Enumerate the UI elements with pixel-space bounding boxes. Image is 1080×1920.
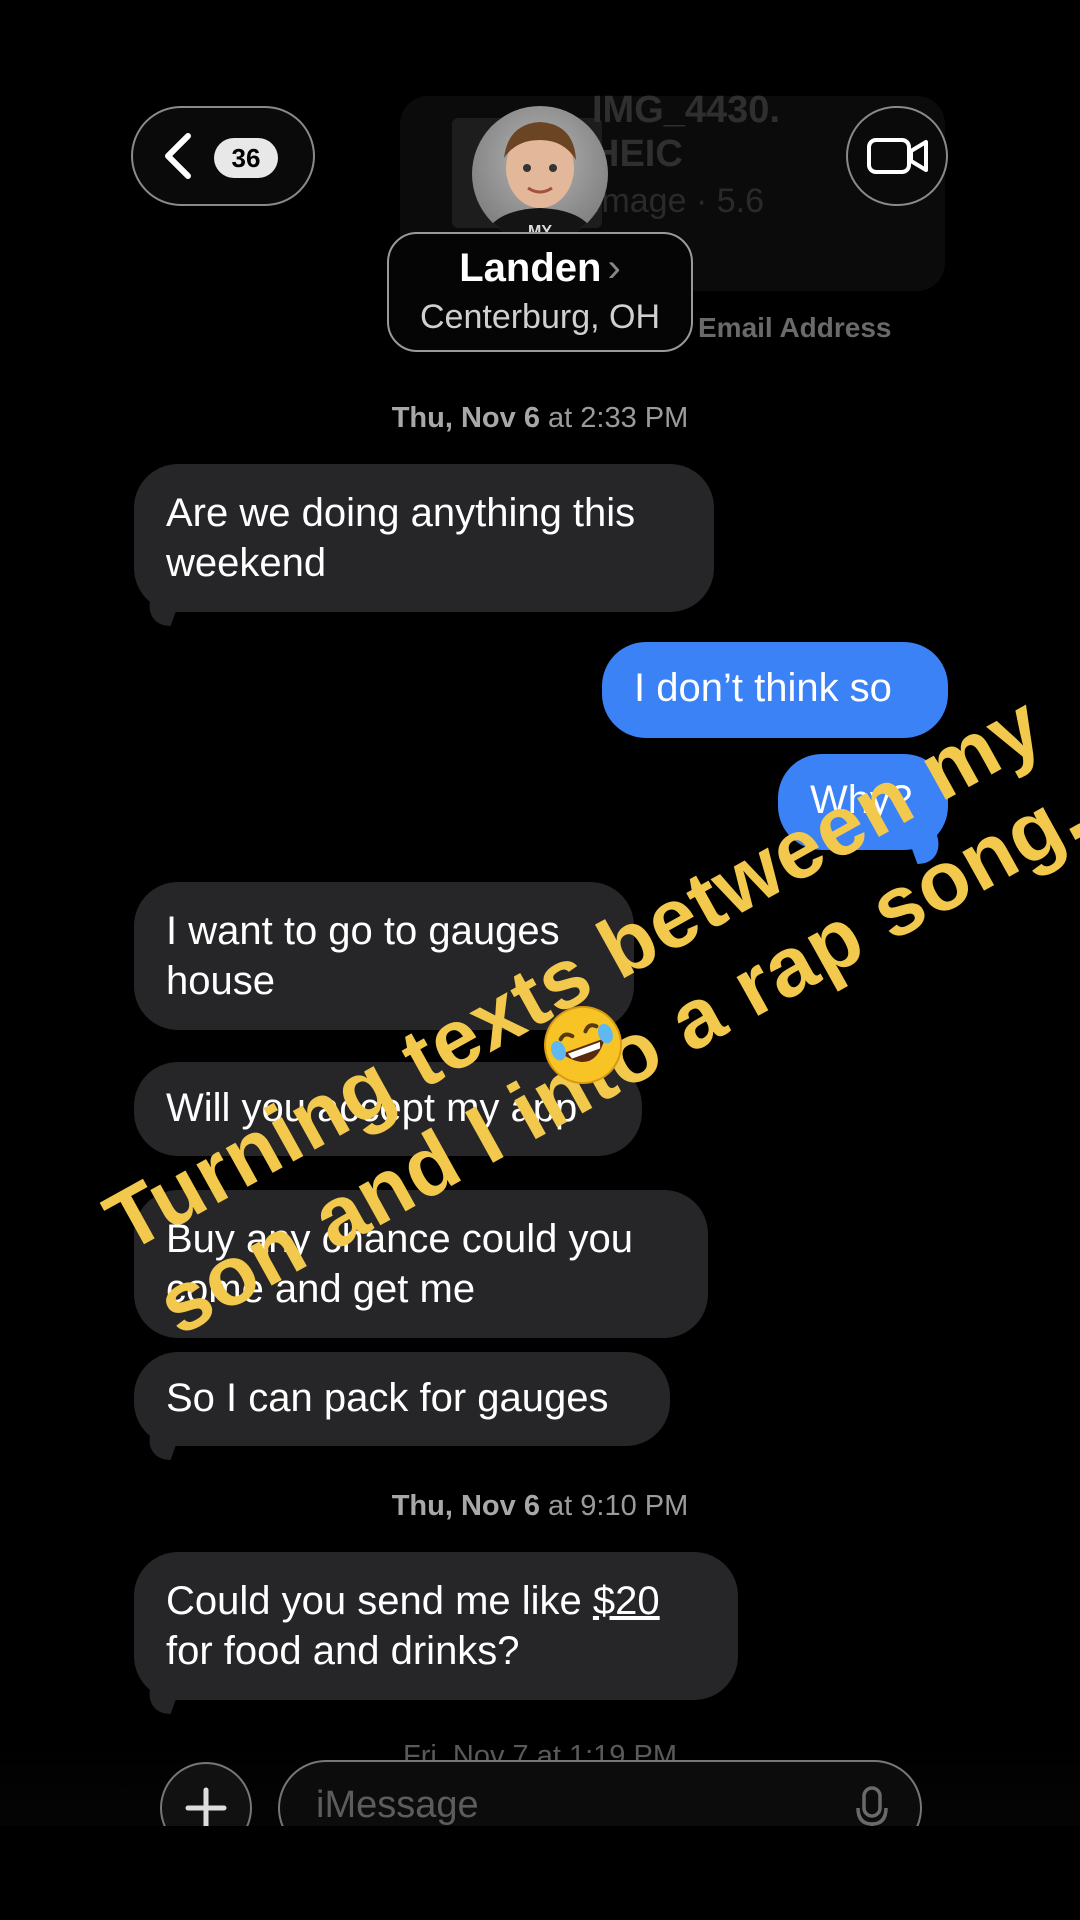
message-text: Are we doing anything this weekend (166, 491, 636, 585)
contact-name: Landen › (387, 246, 693, 291)
chevron-left-icon (165, 133, 191, 179)
message-text: So I can pack for gauges (166, 1376, 609, 1420)
message-bubble-incoming[interactable]: Are we doing anything this weekend (134, 464, 714, 612)
video-camera-icon (867, 138, 928, 174)
timestamp-day: Thu, Nov 6 (391, 1490, 540, 1522)
contact-location: Centerburg, OH (420, 298, 660, 336)
attachment-meta: Image · 5.6 (592, 182, 764, 220)
message-bubble-outgoing[interactable]: I don’t think so (602, 642, 948, 738)
imessage-placeholder: iMessage (316, 1784, 479, 1826)
timestamp-time: at 2:33 PM (548, 402, 689, 434)
message-bubble-incoming[interactable]: Could you send me like $20 for food and … (134, 1552, 738, 1700)
timestamp-time: at 9:10 PM (548, 1490, 689, 1522)
message-bubble-incoming[interactable]: So I can pack for gauges (134, 1352, 670, 1446)
timestamp-day: Thu, Nov 6 (391, 402, 540, 434)
contact-avatar[interactable]: MY (472, 106, 608, 242)
bottom-edge (0, 1826, 1080, 1920)
chevron-right-icon: › (607, 246, 621, 290)
unread-count-badge: 36 (214, 138, 278, 178)
message-text: for food and drinks? (166, 1629, 520, 1673)
rolling-on-floor-laughing-emoji (544, 1006, 622, 1084)
message-text: Could you send me like (166, 1579, 593, 1623)
email-address-label: Email Address (698, 312, 892, 343)
avatar-portrait: MY (482, 122, 598, 242)
message-text: I don’t think so (634, 666, 892, 710)
contact-name-text: Landen (459, 246, 602, 290)
timestamp: Thu, Nov 6 at 9:10 PM (0, 1490, 1080, 1523)
money-amount-link[interactable]: $20 (593, 1579, 660, 1623)
timestamp: Thu, Nov 6 at 2:33 PM (0, 402, 1080, 435)
